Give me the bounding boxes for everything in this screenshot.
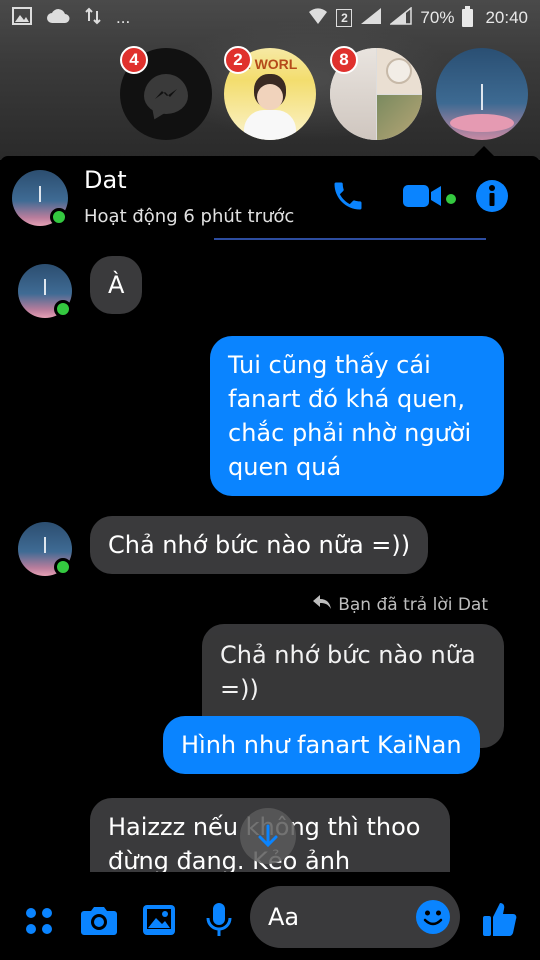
unread-badge: 4: [120, 46, 148, 74]
conversation-panel: Dat Hoạt động 6 phút trước À Tui cũng th…: [0, 156, 540, 960]
outgoing-message[interactable]: Hình như fanart KaiNan: [163, 716, 480, 774]
sim-badge: 2: [336, 9, 353, 27]
unread-badge: 8: [330, 46, 358, 74]
phone-icon[interactable]: [330, 178, 366, 218]
data-arrows-icon: [84, 7, 102, 30]
reply-icon: [312, 594, 332, 615]
cloud-icon: [46, 8, 70, 29]
messenger-icon: [144, 74, 188, 114]
message-input[interactable]: Aa: [250, 886, 460, 948]
header-divider: [214, 238, 486, 240]
status-bar: ... 2 70% 20:40: [0, 0, 540, 36]
chat-heads: 4 PE WORL 2 8: [0, 44, 540, 144]
battery-icon: [462, 6, 474, 27]
info-icon[interactable]: [474, 178, 510, 218]
wifi-icon: [308, 7, 328, 30]
conversation-header: Dat Hoạt động 6 phút trước: [0, 156, 540, 244]
message-list[interactable]: À Tui cũng thấy cái fanart đó khá quen, …: [0, 246, 540, 874]
apps-icon[interactable]: [24, 906, 54, 940]
online-indicator: [54, 558, 72, 576]
outgoing-message[interactable]: Tui cũng thấy cái fanart đó khá quen, ch…: [210, 336, 504, 496]
incoming-message[interactable]: Chả nhớ bức nào nữa =)): [90, 516, 429, 574]
online-indicator: [54, 300, 72, 318]
reply-note: Bạn đã trả lời Dat: [312, 594, 488, 615]
camera-icon[interactable]: [80, 904, 118, 940]
unread-badge: 2: [224, 46, 252, 74]
arrow-down-icon: [258, 824, 278, 848]
signal-icon: [389, 5, 413, 30]
online-indicator: [50, 208, 68, 226]
video-online-dot: [446, 194, 456, 204]
contact-name[interactable]: Dat: [84, 166, 127, 194]
video-icon[interactable]: [402, 178, 444, 218]
chat-head-active[interactable]: [436, 48, 528, 140]
signal-icon: [360, 7, 382, 30]
microphone-icon[interactable]: [205, 902, 233, 942]
message-input-placeholder: Aa: [268, 903, 300, 931]
battery-percent: 70%: [420, 8, 455, 27]
image-icon[interactable]: [142, 904, 176, 940]
clock: 20:40: [485, 8, 528, 27]
status-dots: ...: [116, 8, 131, 27]
reply-note-text: Bạn đã trả lời Dat: [338, 594, 488, 615]
gallery-icon: [12, 6, 32, 30]
like-icon[interactable]: [482, 900, 518, 942]
scroll-to-bottom-button[interactable]: [240, 808, 296, 864]
active-head-pointer: [472, 146, 496, 158]
emoji-icon[interactable]: [416, 900, 450, 934]
contact-status: Hoạt động 6 phút trước: [84, 206, 295, 227]
composer: Aa: [0, 872, 540, 960]
incoming-message[interactable]: À: [90, 256, 143, 314]
